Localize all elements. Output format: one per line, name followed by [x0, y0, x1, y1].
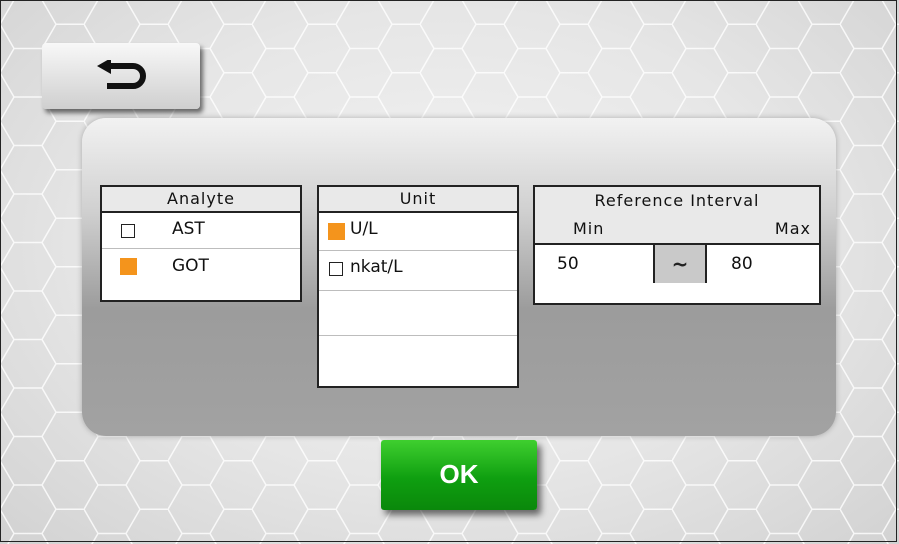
got-label: GOT	[172, 256, 209, 276]
nkatl-checkbox[interactable]	[329, 262, 343, 276]
analyte-header: Analyte	[102, 187, 300, 213]
reference-title: Reference Interval	[594, 191, 760, 210]
min-value-field[interactable]: 50	[535, 245, 653, 283]
min-label: Min	[573, 219, 605, 238]
reference-header: Reference Interval Min Max	[535, 187, 819, 245]
back-button[interactable]	[42, 43, 200, 109]
ok-button[interactable]: OK	[381, 440, 537, 510]
ast-label: AST	[172, 219, 205, 239]
return-arrow-icon	[97, 60, 146, 89]
ul-label: U/L	[350, 219, 378, 239]
analyte-option-ast[interactable]: AST	[102, 213, 300, 249]
unit-box: Unit U/L nkat/L	[317, 185, 519, 388]
got-checkbox[interactable]	[120, 258, 137, 275]
analyte-box: Analyte AST GOT	[100, 185, 302, 302]
nkatl-label: nkat/L	[350, 257, 403, 277]
unit-option-nkatl[interactable]: nkat/L	[319, 251, 517, 291]
ast-checkbox[interactable]	[121, 224, 135, 238]
unit-option-empty-2[interactable]	[319, 336, 517, 376]
ul-checkbox[interactable]	[328, 223, 345, 240]
max-value-field[interactable]: 80	[707, 245, 819, 283]
unit-option-ul[interactable]: U/L	[319, 213, 517, 251]
analyte-option-got[interactable]: GOT	[102, 249, 300, 285]
range-separator: ~	[653, 245, 707, 283]
max-label: Max	[774, 219, 811, 238]
unit-header: Unit	[319, 187, 517, 213]
unit-option-empty-1[interactable]	[319, 291, 517, 336]
reference-interval-box: Reference Interval Min Max 50 ~ 80	[533, 185, 821, 305]
